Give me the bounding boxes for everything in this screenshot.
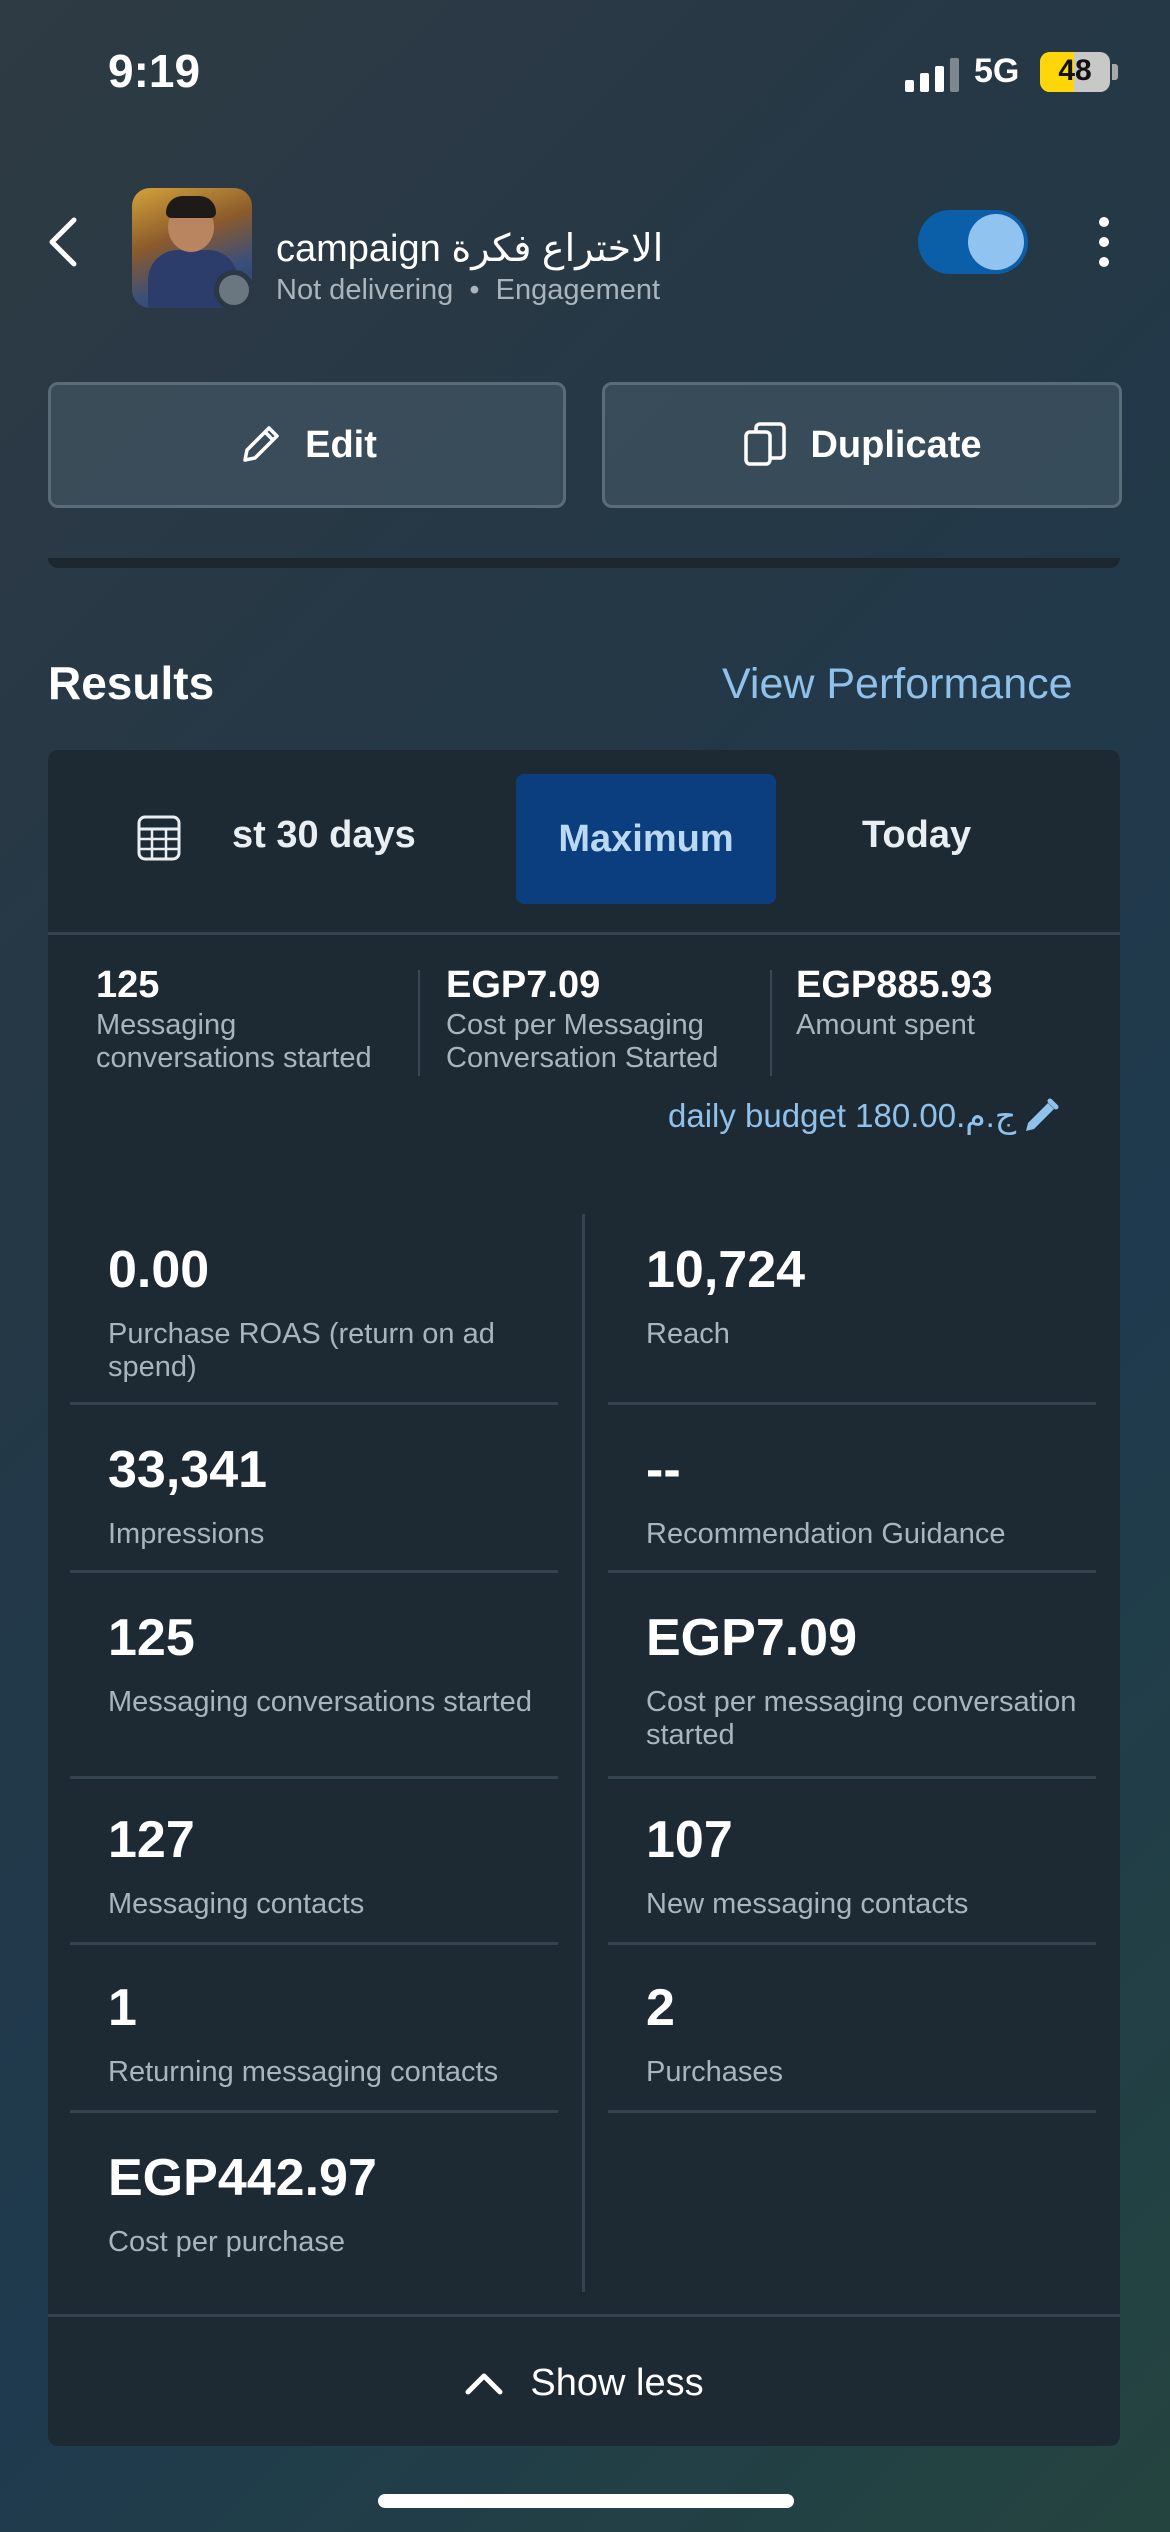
summary-value: EGP885.93 (796, 964, 993, 1006)
summary-value: EGP7.09 (446, 964, 601, 1006)
home-indicator (378, 2494, 794, 2508)
campaign-subtitle: Not delivering • Engagement (276, 274, 660, 307)
duplicate-icon (744, 422, 787, 466)
results-card: st 30 days Maximum Today 125 Messaging c… (48, 750, 1120, 2446)
metric-new-messaging-contacts: 107 New messaging contacts (608, 1810, 1096, 1945)
summary-label: Messaging conversations started (96, 1009, 372, 1074)
metric-value: 125 (108, 1609, 195, 1667)
campaign-objective: Engagement (495, 274, 661, 306)
show-less-button[interactable]: Show less (48, 2314, 1120, 2446)
duplicate-label: Duplicate (810, 423, 982, 466)
metric-label: Cost per purchase (108, 2226, 345, 2258)
edit-button[interactable]: Edit (48, 382, 566, 508)
metric-value: 127 (108, 1811, 195, 1869)
metric-value: 107 (646, 1811, 733, 1869)
metric-impressions: 33,341 Impressions (70, 1440, 558, 1573)
battery-level: 48 (1058, 54, 1092, 87)
metric-purchases: 2 Purchases (608, 1978, 1096, 2113)
metric-label: Reach (646, 1318, 730, 1350)
metric-returning-contacts: 1 Returning messaging contacts (70, 1978, 558, 2113)
metric-label: Messaging contacts (108, 1888, 365, 1920)
metric-cost-per-conversation: EGP7.09 Cost per messaging conversation … (608, 1608, 1096, 1779)
metric-reach: 10,724 Reach (608, 1240, 1096, 1405)
summary-item: EGP885.93 Amount spent (796, 964, 1096, 1042)
status-dot-icon (214, 270, 254, 310)
daily-budget-text: daily budget 180.00.ج.م (668, 1097, 1017, 1134)
metric-value: EGP442.97 (108, 2149, 377, 2207)
metric-value: EGP7.09 (646, 1609, 858, 1667)
metric-cost-per-purchase: EGP442.97 Cost per purchase (70, 2148, 558, 2259)
metric-label: Purchase ROAS (return on ad spend) (108, 1318, 495, 1383)
metric-value: -- (646, 1441, 681, 1499)
campaign-toggle[interactable] (918, 210, 1028, 274)
delivery-status: Not delivering (276, 274, 454, 306)
metric-messaging-contacts: 127 Messaging contacts (70, 1810, 558, 1945)
more-options-icon[interactable] (1086, 214, 1122, 270)
metric-label: Returning messaging contacts (108, 2056, 499, 2088)
metric-label: Impressions (108, 1518, 265, 1550)
metric-value: 33,341 (108, 1441, 268, 1499)
section-divider (48, 558, 1120, 568)
duplicate-button[interactable]: Duplicate (602, 382, 1122, 508)
metric-label: Cost per messaging conversation started (646, 1686, 1077, 1751)
tab-today[interactable]: Today (862, 814, 971, 857)
metric-messaging-conversations: 125 Messaging conversations started (70, 1608, 558, 1779)
campaign-title: campaign الاختراع فكرة (276, 228, 664, 270)
tab-maximum[interactable]: Maximum (516, 774, 776, 904)
summary-separator (418, 970, 420, 1076)
metric-label: Messaging conversations started (108, 1686, 532, 1718)
date-range-tabs: st 30 days Maximum Today (48, 750, 1120, 935)
metric-recommendation-guidance: -- Recommendation Guidance (608, 1440, 1096, 1573)
metric-value: 10,724 (646, 1241, 806, 1299)
calendar-icon[interactable] (136, 814, 182, 862)
battery-tip (1112, 64, 1118, 80)
metric-value: 1 (108, 1979, 137, 2037)
status-time: 9:19 (108, 45, 201, 97)
signal-icon (905, 58, 959, 92)
show-less-label: Show less (530, 2361, 704, 2404)
subtitle-separator: • (469, 274, 480, 306)
metric-value: 0.00 (108, 1241, 210, 1299)
chevron-up-icon (465, 2373, 503, 2395)
daily-budget-link[interactable]: daily budget 180.00.ج.م (668, 1096, 1060, 1135)
metric-label: Recommendation Guidance (646, 1518, 1006, 1550)
summary-item: 125 Messaging conversations started (96, 964, 396, 1075)
metric-value: 2 (646, 1979, 675, 2037)
summary-label: Amount spent (796, 1009, 975, 1041)
results-heading: Results (48, 657, 215, 709)
summary-value: 125 (96, 964, 160, 1006)
pencil-icon (243, 426, 279, 462)
summary-label: Cost per Messaging Conversation Started (446, 1009, 719, 1074)
metric-label: New messaging contacts (646, 1888, 969, 1920)
summary-separator (770, 970, 772, 1076)
view-performance-link[interactable]: View Performance (722, 660, 1073, 709)
back-arrow-icon[interactable] (44, 212, 84, 272)
metric-purchase-roas: 0.00 Purchase ROAS (return on ad spend) (70, 1240, 558, 1405)
metric-label: Purchases (646, 2056, 784, 2088)
tab-last-30-days[interactable]: st 30 days (232, 814, 416, 857)
metrics-column-divider (582, 1214, 585, 2292)
network-label: 5G (974, 52, 1020, 90)
battery-icon: 48 (1040, 52, 1110, 92)
edit-pencil-icon (1026, 1098, 1059, 1131)
summary-item: EGP7.09 Cost per Messaging Conversation … (446, 964, 776, 1075)
edit-label: Edit (305, 423, 377, 466)
